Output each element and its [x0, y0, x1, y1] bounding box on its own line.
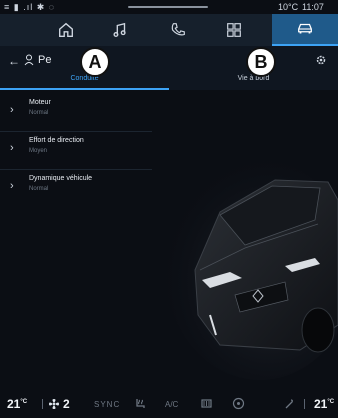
list-item-value: Normal: [29, 186, 49, 192]
gear-icon[interactable]: [315, 54, 327, 66]
status-bar: ≡ ▮ .ıl ✱ ◌ 10°C 11:07: [0, 0, 338, 14]
chevron-right-icon: ›: [10, 142, 14, 154]
nav-phone[interactable]: [150, 14, 206, 46]
nav-apps[interactable]: [206, 14, 262, 46]
list-item-moteur[interactable]: › Moteur Normal: [0, 94, 152, 132]
notification-handle[interactable]: [128, 6, 208, 8]
climate-bar: 21°C 2 SYNC A/C 21°C: [0, 384, 338, 418]
list-item-label: Moteur: [29, 99, 51, 106]
right-seat-icon[interactable]: [282, 397, 295, 410]
right-temperature[interactable]: 21°C: [314, 397, 334, 411]
seat-heat-icon[interactable]: [134, 397, 147, 410]
list-item-effort-direction[interactable]: › Effort de direction Moyen: [0, 132, 152, 170]
page-header: ← Pe Conduite Vie à bord: [0, 46, 338, 90]
list-item-label: Dynamique véhicule: [29, 175, 93, 182]
settings-list: › Moteur Normal › Effort de direction Mo…: [0, 94, 152, 207]
clock: 11:07: [302, 2, 324, 12]
car-icon: [298, 23, 312, 34]
back-arrow-icon[interactable]: ←: [8, 54, 20, 68]
nav-home[interactable]: [38, 14, 94, 46]
list-item-value: Normal: [29, 110, 49, 116]
page-title: Pe: [38, 54, 52, 66]
divider: [42, 399, 43, 409]
divider: [304, 399, 305, 409]
chevron-right-icon: ›: [10, 180, 14, 192]
fan-speed: 2: [63, 397, 70, 411]
person-icon: [24, 54, 34, 66]
main-nav: [0, 14, 338, 46]
list-item-label: Effort de direction: [29, 137, 84, 144]
nav-music[interactable]: [92, 14, 148, 46]
ac-button[interactable]: A/C: [165, 400, 178, 409]
home-icon: [59, 22, 73, 37]
callout-marker-a: A: [80, 47, 110, 77]
list-item-value: Moyen: [29, 148, 48, 154]
list-item-dynamique-vehicule[interactable]: › Dynamique véhicule Normal: [0, 170, 152, 207]
nav-vehicle[interactable]: [272, 14, 338, 46]
sync-button[interactable]: SYNC: [94, 400, 120, 409]
apps-icon: [227, 23, 241, 37]
steering-wheel-heat-icon[interactable]: [232, 397, 245, 410]
chevron-right-icon: ›: [10, 104, 14, 116]
music-icon: [113, 22, 126, 37]
left-temperature[interactable]: 21°C: [7, 397, 27, 411]
callout-marker-b: B: [246, 47, 276, 77]
status-icons: ≡ ▮ .ıl ✱ ◌: [4, 2, 56, 12]
fan-icon[interactable]: [48, 398, 60, 410]
vehicle-illustration: [165, 160, 338, 380]
outside-temperature: 10°C: [278, 2, 299, 12]
tab-conduite[interactable]: Conduite: [0, 72, 169, 90]
rear-defrost-icon[interactable]: [200, 397, 213, 410]
phone-icon: [171, 23, 185, 36]
